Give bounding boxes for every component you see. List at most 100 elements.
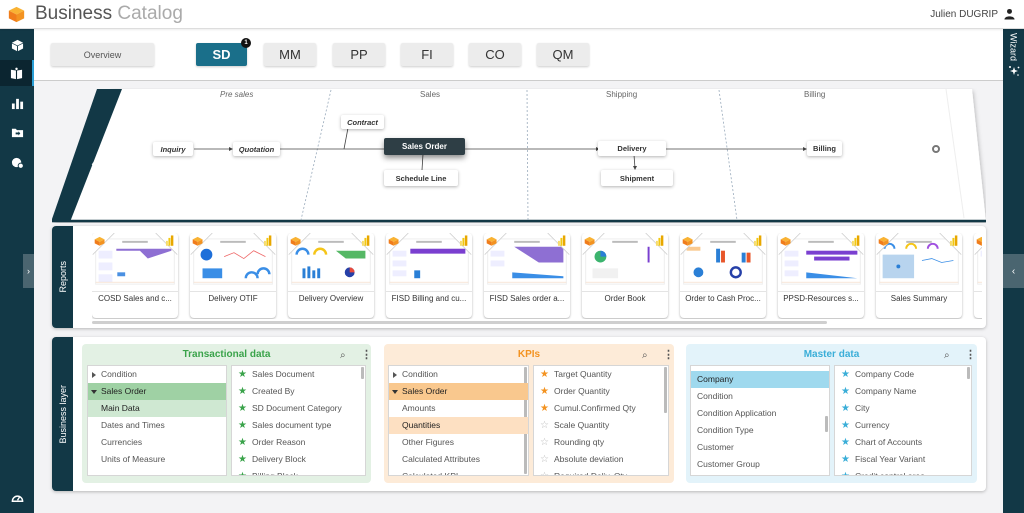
field-item[interactable]: ★ City xyxy=(835,400,971,417)
tree-item[interactable]: Amounts xyxy=(389,400,528,417)
star-filled-icon[interactable]: ★ xyxy=(841,451,851,468)
search-icon[interactable]: ⌕ xyxy=(340,350,346,361)
tab-overview[interactable]: Overview xyxy=(51,43,154,66)
tab-sd[interactable]: SD 1 xyxy=(196,38,251,66)
more-vert-icon[interactable]: ⋮ xyxy=(361,348,372,361)
node-shipment[interactable]: Shipment xyxy=(601,170,673,186)
nav-item-speedometer[interactable] xyxy=(0,484,34,510)
field-item[interactable]: ★ Billing Block xyxy=(232,468,365,475)
nav-item-folder[interactable] xyxy=(0,119,34,145)
star-filled-icon[interactable]: ★ xyxy=(540,383,550,400)
tree-item[interactable]: Sales Order xyxy=(389,383,528,400)
tree-item[interactable]: Units of Measure xyxy=(88,451,226,468)
tree-item[interactable]: Currencies xyxy=(88,434,226,451)
reports-scrollbar[interactable] xyxy=(92,321,827,324)
report-card[interactable]: Order to Cash Proc... xyxy=(680,233,766,318)
star-outline-icon[interactable]: ☆ xyxy=(540,468,550,475)
star-filled-icon[interactable]: ★ xyxy=(540,400,550,417)
star-filled-icon[interactable]: ★ xyxy=(238,417,248,434)
tab-mm[interactable]: MM xyxy=(264,43,316,66)
tree-item[interactable]: Condition xyxy=(389,366,528,383)
star-outline-icon[interactable]: ☆ xyxy=(540,417,550,434)
field-item[interactable]: ★ Fiscal Year Variant xyxy=(835,451,971,468)
tree-item[interactable]: Customer Group xyxy=(691,456,829,473)
tree-item[interactable]: Calculated KPI xyxy=(389,468,528,475)
tree-item[interactable]: Sales Order xyxy=(88,383,226,400)
tree-item[interactable]: Quantities xyxy=(389,417,528,434)
star-filled-icon[interactable]: ★ xyxy=(540,366,550,383)
search-icon[interactable]: ⌕ xyxy=(944,350,950,361)
node-delivery[interactable]: Delivery xyxy=(598,141,666,156)
tree-item[interactable]: Other Figures xyxy=(389,434,528,451)
field-item[interactable]: ☆ Rounding qty xyxy=(534,434,668,451)
star-filled-icon[interactable]: ★ xyxy=(238,434,248,451)
field-item[interactable]: ☆ Absolute deviation xyxy=(534,451,668,468)
field-item[interactable]: ★ Delivery Block xyxy=(232,451,365,468)
more-vert-icon[interactable]: ⋮ xyxy=(965,348,976,361)
tab-qm[interactable]: QM xyxy=(537,43,589,66)
user-name[interactable]: Julien DUGRIP xyxy=(930,9,998,20)
tree-item[interactable]: Company xyxy=(691,371,829,388)
nav-item-book[interactable] xyxy=(0,60,34,86)
node-sales-order[interactable]: Sales Order xyxy=(384,138,465,155)
star-filled-icon[interactable]: ★ xyxy=(238,451,248,468)
report-card[interactable]: S... xyxy=(974,233,982,318)
tree-item[interactable]: Calculated Attributes xyxy=(389,451,528,468)
star-outline-icon[interactable]: ☆ xyxy=(540,434,550,451)
search-icon[interactable]: ⌕ xyxy=(642,350,648,361)
field-item[interactable]: ★ Created By xyxy=(232,383,365,400)
tree-item[interactable]: Condition xyxy=(691,388,829,405)
node-billing[interactable]: Billing xyxy=(807,141,842,156)
report-card[interactable]: FISD Billing and cu... xyxy=(386,233,472,318)
star-filled-icon[interactable]: ★ xyxy=(238,383,248,400)
tree-item[interactable]: Main Data xyxy=(88,400,226,417)
field-item[interactable]: ☆ Required Deliv. Qty xyxy=(534,468,668,475)
star-filled-icon[interactable]: ★ xyxy=(841,417,851,434)
field-item[interactable]: ★ Sales Document xyxy=(232,366,365,383)
nav-item-cube[interactable] xyxy=(0,32,34,58)
nav-item-charts[interactable] xyxy=(0,90,34,116)
tab-fi[interactable]: FI xyxy=(401,43,453,66)
star-filled-icon[interactable]: ★ xyxy=(238,366,248,383)
report-card[interactable]: Delivery OTIF xyxy=(190,233,276,318)
nav-item-database[interactable] xyxy=(0,149,34,175)
tree-item[interactable]: Condition xyxy=(88,366,226,383)
star-filled-icon[interactable]: ★ xyxy=(841,400,851,417)
expand-right-panel-button[interactable]: ‹ xyxy=(1003,254,1024,288)
node-inquiry[interactable]: Inquiry xyxy=(153,142,193,156)
node-quotation[interactable]: Quotation xyxy=(233,142,280,156)
report-card[interactable]: Order Book xyxy=(582,233,668,318)
star-filled-icon[interactable]: ★ xyxy=(841,383,851,400)
star-outline-icon[interactable]: ☆ xyxy=(540,451,550,468)
report-card[interactable]: Delivery Overview xyxy=(288,233,374,318)
expand-left-panel-button[interactable]: › xyxy=(23,254,34,288)
star-filled-icon[interactable]: ★ xyxy=(238,468,248,475)
field-item[interactable]: ★ Sales document type xyxy=(232,417,365,434)
tree-item[interactable]: Condition Application xyxy=(691,405,829,422)
node-schedule-line[interactable]: Schedule Line xyxy=(384,170,458,186)
report-card[interactable]: PPSD-Resources s... xyxy=(778,233,864,318)
field-item[interactable]: ★ Target Quantity xyxy=(534,366,668,383)
tree-item[interactable]: Condition Type xyxy=(691,422,829,439)
node-contract[interactable]: Contract xyxy=(341,115,384,129)
field-item[interactable]: ☆ Scale Quantity xyxy=(534,417,668,434)
field-item[interactable]: ★ Chart of Accounts xyxy=(835,434,971,451)
field-item[interactable]: ★ Credit control area xyxy=(835,468,971,475)
report-card[interactable]: Sales Summary xyxy=(876,233,962,318)
star-filled-icon[interactable]: ★ xyxy=(841,434,851,451)
star-filled-icon[interactable]: ★ xyxy=(841,468,851,475)
field-item[interactable]: ★ Order Reason xyxy=(232,434,365,451)
user-icon[interactable] xyxy=(1004,8,1015,20)
more-vert-icon[interactable]: ⋮ xyxy=(663,348,674,361)
star-filled-icon[interactable]: ★ xyxy=(841,366,851,383)
tab-co[interactable]: CO xyxy=(469,43,521,66)
field-item[interactable]: ★ Company Code xyxy=(835,366,971,383)
tab-pp[interactable]: PP xyxy=(333,43,385,66)
star-filled-icon[interactable]: ★ xyxy=(238,400,248,417)
tree-item[interactable]: Dates and Times xyxy=(88,417,226,434)
tree-item[interactable]: Customer xyxy=(691,439,829,456)
report-card[interactable]: COSD Sales and c... xyxy=(92,233,178,318)
field-item[interactable]: ★ SD Document Category xyxy=(232,400,365,417)
field-item[interactable]: ★ Order Quantity xyxy=(534,383,668,400)
field-item[interactable]: ★ Company Name xyxy=(835,383,971,400)
